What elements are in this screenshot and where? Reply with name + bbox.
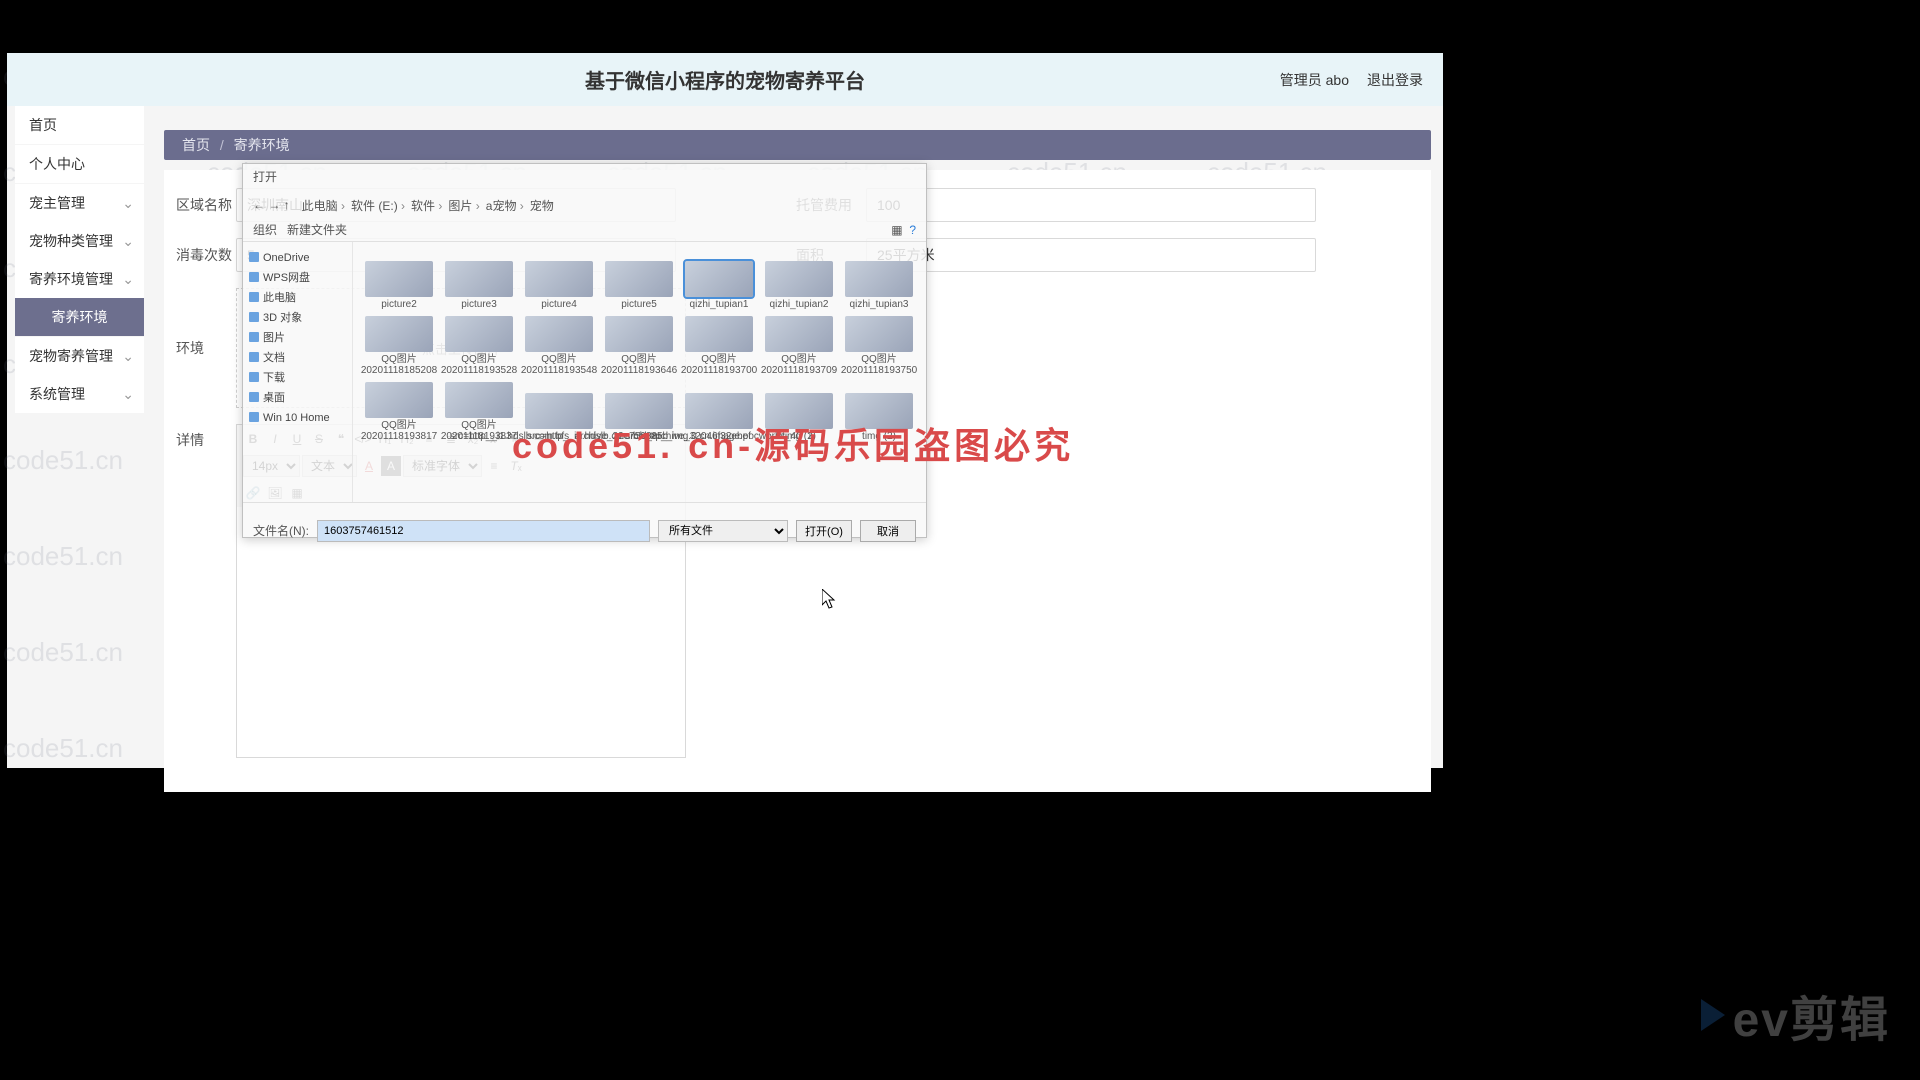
breadcrumb: 首页 / 寄养环境 [164,130,1431,160]
dialog-path[interactable]: ← → ↑ 此电脑 软件 (E:) 软件 图片 a宠物 宠物 [243,192,926,218]
dialog-nav-item[interactable]: 3D 对象 [247,308,348,328]
sidebar-item-pet-foster-mgmt[interactable]: 宠物寄养管理 [15,337,144,375]
sidebar-item-env-active[interactable]: 寄养环境 [15,298,144,336]
dialog-file-item[interactable]: picture2 [361,248,437,310]
dialog-file-item[interactable]: QQ图片20201118193709 [761,314,837,376]
sidebar-item-system-mgmt[interactable]: 系统管理 [15,375,144,413]
disinfect-label: 消毒次数 [176,245,236,265]
sidebar-item-home[interactable]: 首页 [15,106,144,144]
dialog-file-item[interactable]: timg (2) [841,380,917,442]
dialog-file-item[interactable]: picture4 [521,248,597,310]
sidebar-item-owner-mgmt[interactable]: 宠主管理 [15,184,144,222]
dialog-nav: OneDriveWPS网盘此电脑3D 对象图片文档下载桌面Win 10 Home [243,242,353,502]
dialog-file-item[interactable]: timg (1) [761,380,837,442]
app-header: 基于微信小程序的宠物寄养平台 管理员 abo 退出登录 [7,53,1443,106]
file-open-dialog: 打开 ← → ↑ 此电脑 软件 (E:) 软件 图片 a宠物 宠物 组织 新建文… [242,163,927,538]
detail-label: 详情 [176,424,236,450]
sidebar-item-env-mgmt[interactable]: 寄养环境管理 [15,260,144,298]
help-icon[interactable]: ? [909,223,916,237]
dialog-file-item[interactable]: picture3 [441,248,517,310]
size-input[interactable] [866,238,1316,272]
admin-label[interactable]: 管理员 abo [1280,70,1349,90]
open-button[interactable]: 打开(O) [796,520,852,542]
filename-input[interactable] [317,520,650,542]
dialog-file-item[interactable]: picture5 [601,248,677,310]
dialog-file-item[interactable]: QQ图片20201118193528 [441,314,517,376]
dialog-title: 打开 [243,164,926,192]
dialog-file-item[interactable]: QQ图片20201118193646 [601,314,677,376]
area-label: 区域名称 [176,195,236,215]
dialog-nav-item[interactable]: WPS网盘 [247,268,348,288]
dialog-nav-item[interactable]: 图片 [247,328,348,348]
cancel-button[interactable]: 取消 [860,520,916,542]
dialog-nav-item[interactable]: 文档 [247,348,348,368]
view-icon[interactable]: ▦ [891,223,902,237]
page-title: 基于微信小程序的宠物寄养平台 [585,65,865,94]
file-filter-select[interactable]: 所有文件 [658,520,788,542]
breadcrumb-root[interactable]: 首页 [182,137,210,153]
dialog-nav-item[interactable]: Win 10 Home [247,408,348,428]
dialog-nav-item[interactable]: 下载 [247,368,348,388]
play-icon [1701,999,1725,1031]
sidebar-item-personal[interactable]: 个人中心 [15,145,144,183]
dialog-nav-item[interactable]: 桌面 [247,388,348,408]
brand-logo: ev剪辑 [1701,980,1890,1050]
sidebar: 首页 个人中心 宠主管理 宠物种类管理 寄养环境管理 寄养环境 宠物寄养管理 系… [7,106,152,768]
dialog-file-item[interactable]: QQ图片20201118193548 [521,314,597,376]
dialog-file-item[interactable]: qizhi_tupian2 [761,248,837,310]
dialog-file-item[interactable]: qizhi_tupian1 [681,248,757,310]
logout-button[interactable]: 退出登录 [1367,70,1423,90]
dialog-file-item[interactable]: src=http__img.0.cn.image.pocworks_40_2 [681,380,757,442]
dialog-nav-item[interactable]: OneDrive [247,248,348,268]
organize-button[interactable]: 组织 [253,223,277,237]
fee-input[interactable] [866,188,1316,222]
sidebar-item-pet-type-mgmt[interactable]: 宠物种类管理 [15,222,144,260]
filename-label: 文件名(N): [253,522,309,539]
dialog-file-item[interactable]: QQ图片20201118193700 [681,314,757,376]
dialog-file-item[interactable]: QQ图片20201118193750 [841,314,917,376]
new-folder-button[interactable]: 新建文件夹 [287,223,347,237]
env-label: 环境 [176,288,236,358]
dialog-file-item[interactable]: QQ图片20201118193817 [361,380,437,442]
dialog-file-grid: picture2picture3picture4picture5qizhi_tu… [353,242,926,502]
dialog-file-item[interactable]: QQ图片20201118185208 [361,314,437,376]
dialog-nav-item[interactable]: 此电脑 [247,288,348,308]
breadcrumb-current: 寄养环境 [234,137,290,153]
dialog-file-item[interactable]: qizhi_tupian3 [841,248,917,310]
